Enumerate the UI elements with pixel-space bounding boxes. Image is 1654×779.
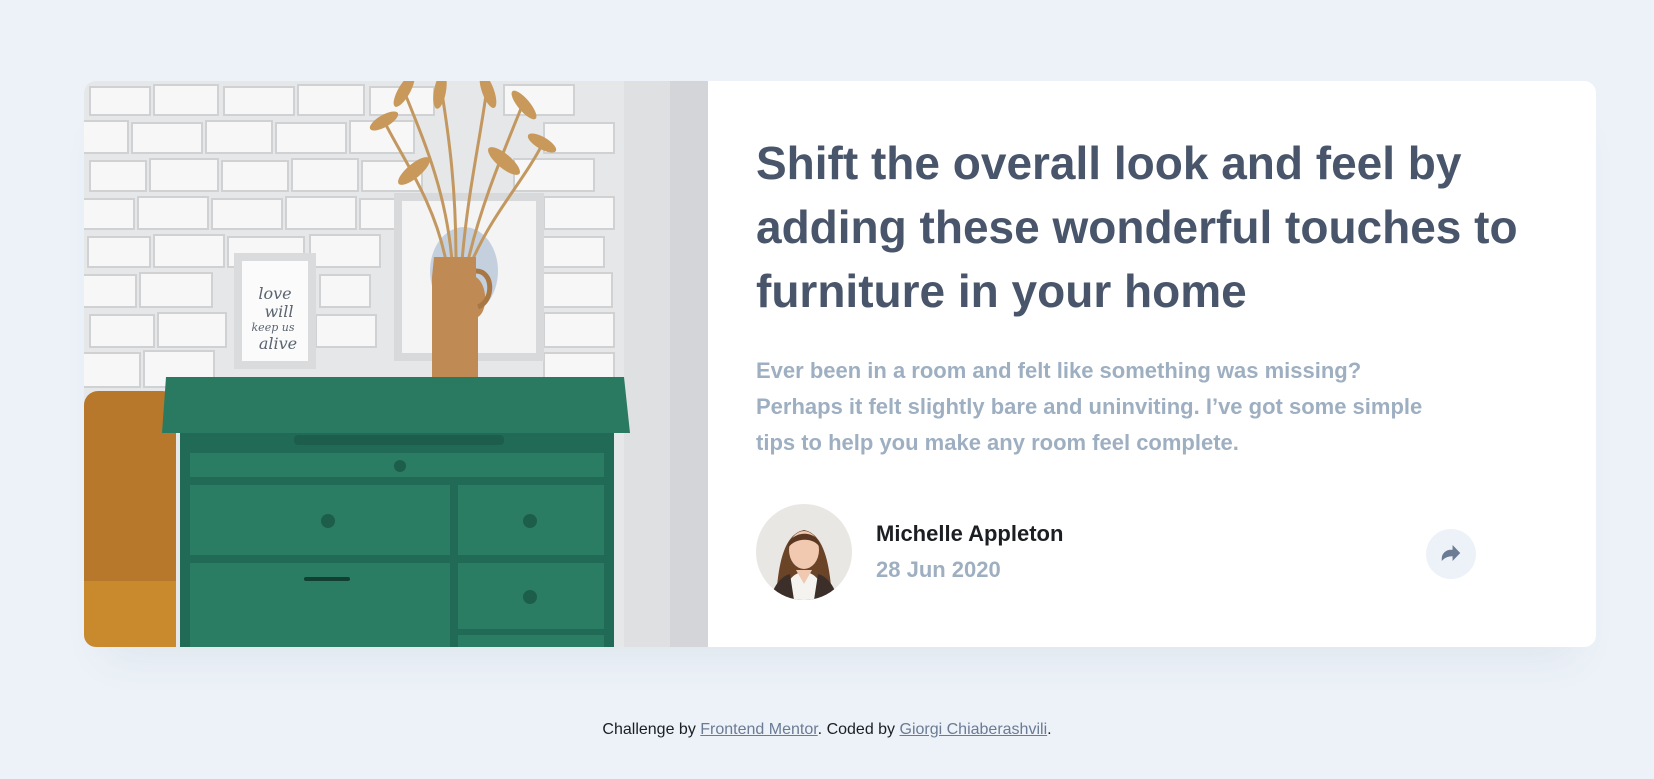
- share-button[interactable]: [1426, 529, 1476, 579]
- footer-suffix: .: [1047, 721, 1052, 738]
- article-title: Shift the overall look and feel by addin…: [756, 137, 1518, 317]
- frontend-mentor-link[interactable]: Frontend Mentor: [700, 721, 817, 738]
- attribution-footer: Challenge by Frontend Mentor. Coded by G…: [0, 721, 1654, 739]
- article-card: love will keep us alive Shift the overal…: [84, 81, 1596, 647]
- author-avatar: [756, 504, 852, 600]
- article-content: Shift the overall look and feel by addin…: [708, 81, 1596, 647]
- share-icon: [1441, 544, 1461, 564]
- publish-date: 28 Jun 2020: [876, 557, 1001, 582]
- author-text: Michelle Appleton 28 Jun 2020: [876, 520, 1063, 584]
- author-name: Michelle Appleton: [876, 521, 1064, 546]
- article-description: Ever been in a room and felt like someth…: [756, 358, 1423, 455]
- drawers-photo: love will keep us alive: [84, 81, 708, 647]
- svg-text:keep us: keep us: [252, 321, 295, 334]
- svg-text:will: will: [264, 302, 293, 321]
- footer-middle: . Coded by: [817, 721, 900, 738]
- footer-prefix: Challenge by: [602, 721, 701, 738]
- svg-text:love: love: [258, 284, 291, 303]
- author-link[interactable]: Giorgi Chiaberashvili: [900, 721, 1048, 738]
- author-block: Michelle Appleton 28 Jun 2020: [756, 504, 1063, 600]
- svg-text:alive: alive: [259, 334, 297, 353]
